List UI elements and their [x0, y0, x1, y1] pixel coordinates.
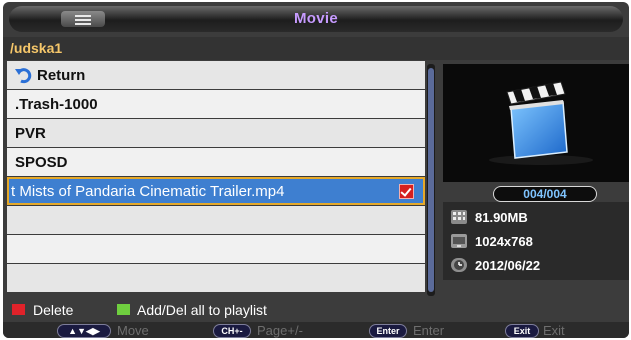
- file-info-panel: 81.90MB 1024x768 2012/06/22: [443, 202, 629, 280]
- arrows-key-icon: ▲▼◀▶: [57, 324, 111, 338]
- red-key-icon: [12, 304, 25, 315]
- list-item-label: t Mists of Pandaria Cinematic Trailer.mp…: [11, 183, 285, 200]
- list-item-label: SPOSD: [15, 154, 68, 171]
- list-item-empty: [7, 206, 425, 234]
- move-hint: Move: [117, 323, 149, 338]
- list-item[interactable]: PVR: [7, 119, 425, 147]
- list-item-label: PVR: [15, 125, 46, 142]
- exit-key-icon: Exit: [505, 324, 539, 338]
- playlist-checkbox-checked[interactable]: [399, 184, 414, 199]
- clapperboard-icon: [489, 81, 593, 165]
- exit-hint: Exit: [543, 323, 565, 338]
- clock-icon: [451, 258, 467, 272]
- file-list: Return .Trash-1000 PVR SPOSD t Mists of …: [7, 61, 425, 297]
- delete-label: Delete: [33, 302, 74, 318]
- list-item-return[interactable]: Return: [7, 61, 425, 89]
- green-key-icon: [117, 304, 130, 315]
- list-item-empty: [7, 264, 425, 292]
- grid-icon: [451, 210, 467, 224]
- current-path: /udska1: [10, 40, 63, 56]
- page-title: Movie: [293, 10, 338, 27]
- list-item-label: .Trash-1000: [15, 96, 98, 113]
- monitor-icon: [451, 234, 467, 248]
- list-item-label: Return: [37, 67, 86, 84]
- file-resolution: 1024x768: [475, 234, 533, 249]
- return-icon: [15, 68, 32, 84]
- list-item[interactable]: SPOSD: [7, 148, 425, 176]
- list-item-selected[interactable]: t Mists of Pandaria Cinematic Trailer.mp…: [7, 177, 425, 205]
- page-hint: Page+/-: [257, 323, 303, 338]
- file-size: 81.90MB: [475, 210, 528, 225]
- scrollbar[interactable]: [427, 64, 435, 296]
- add-del-playlist-label: Add/Del all to playlist: [137, 302, 267, 318]
- movie-browser-screen: Movie /udska1 Return .Trash-1000 PVR SPO…: [3, 2, 629, 338]
- file-counter: 004/004: [493, 186, 597, 202]
- hint-bar: ▲▼◀▶ Move CH+- Page+/- Enter Enter Exit …: [3, 322, 629, 338]
- enter-hint: Enter: [413, 323, 445, 338]
- preview-pane: [443, 64, 629, 182]
- path-bar: /udska1: [3, 37, 629, 60]
- title-bar: Movie: [9, 6, 623, 32]
- enter-key-icon: Enter: [369, 324, 407, 338]
- scrollbar-thumb[interactable]: [428, 68, 434, 292]
- list-item-empty: [7, 235, 425, 263]
- legend-bar: Delete Add/Del all to playlist: [3, 299, 629, 321]
- file-date: 2012/06/22: [475, 258, 541, 273]
- list-item[interactable]: .Trash-1000: [7, 90, 425, 118]
- ch-key-icon: CH+-: [213, 324, 251, 338]
